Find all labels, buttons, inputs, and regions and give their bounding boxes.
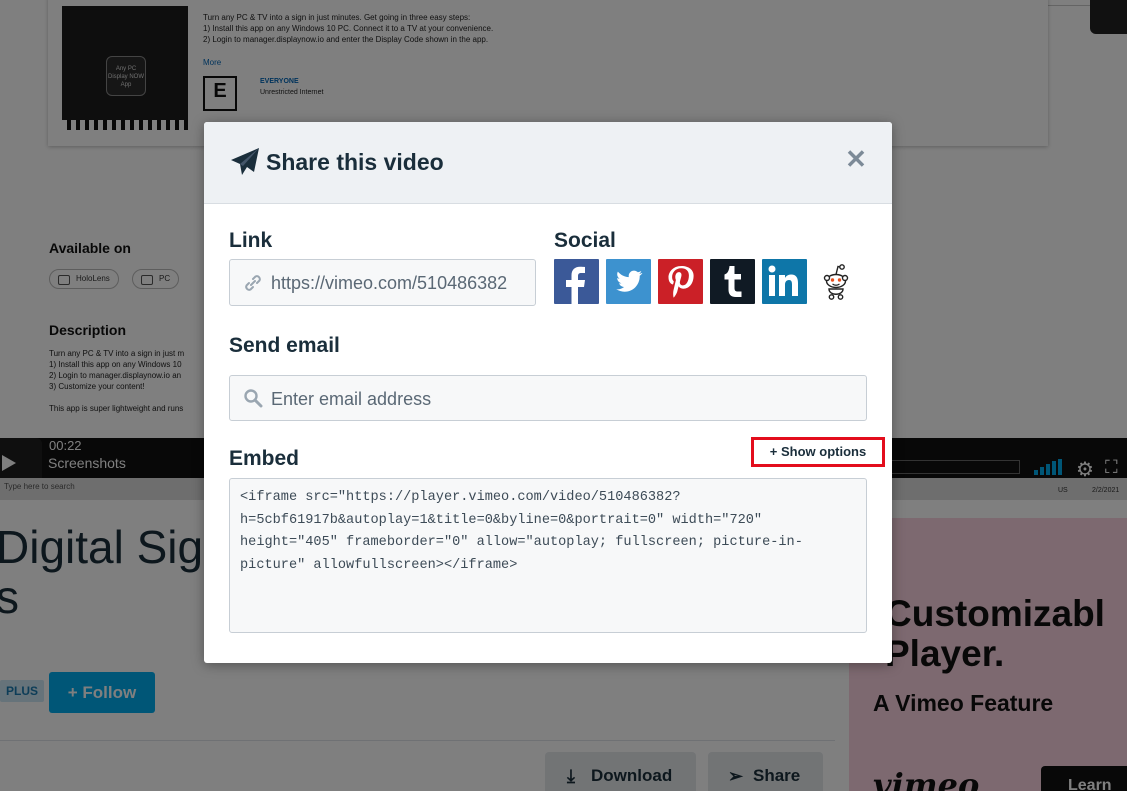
email-field[interactable]	[229, 375, 867, 421]
embed-code-textarea[interactable]: <iframe src="https://player.vimeo.com/vi…	[229, 478, 867, 633]
close-icon[interactable]: ✕	[845, 146, 867, 172]
link-value[interactable]: https://vimeo.com/510486382	[271, 273, 529, 294]
pinterest-icon[interactable]	[658, 259, 703, 304]
show-options-button[interactable]: + Show options	[751, 437, 885, 467]
tumblr-icon[interactable]	[710, 259, 755, 304]
share-modal: Share this video ✕ Link https://vimeo.co…	[204, 122, 892, 663]
link-field[interactable]: https://vimeo.com/510486382	[229, 259, 536, 306]
twitter-icon[interactable]	[606, 259, 651, 304]
linkedin-icon[interactable]	[762, 259, 807, 304]
email-input[interactable]	[271, 387, 851, 411]
link-icon	[245, 275, 261, 291]
link-label: Link	[229, 229, 273, 252]
modal-title: Share this video	[266, 149, 444, 175]
facebook-icon[interactable]	[554, 259, 599, 304]
send-icon	[231, 148, 259, 175]
reddit-icon[interactable]	[816, 259, 861, 304]
modal-header: Share this video ✕	[204, 122, 892, 204]
social-label: Social	[554, 229, 616, 252]
search-icon	[244, 389, 263, 408]
embed-label: Embed	[229, 447, 300, 470]
send-email-label: Send email	[229, 334, 340, 357]
